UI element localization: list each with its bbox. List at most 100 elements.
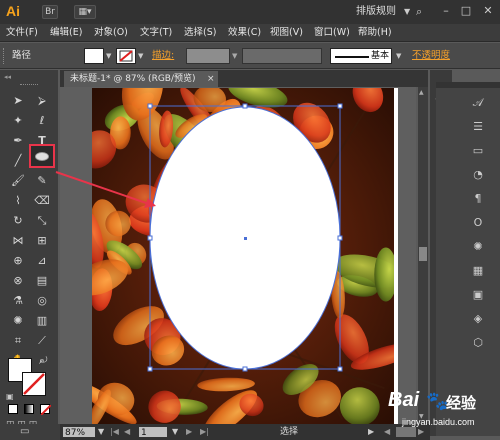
menu-window[interactable]: 窗口(W) xyxy=(314,26,350,40)
width-tool-icon[interactable]: ⋈ xyxy=(10,234,26,248)
bridge-button[interactable]: Br xyxy=(42,5,58,19)
vertical-scrollbar[interactable]: ▲ ▼ xyxy=(418,87,428,424)
fill-swatch[interactable] xyxy=(84,48,104,64)
baidu-watermark: Bai 🐾 经验 jingyan.baidu.com xyxy=(388,389,498,433)
brush-name: 基本 xyxy=(371,51,390,61)
tools-panel: ◂◂ ➤ ⮚ ✦ ℓ ✒ T ╱ 🖌 ✎ ⌇ ⌫ ↻ ⤡ ⋈ ⊞ ⊕ ⊿ ⊗ ▤… xyxy=(0,70,58,436)
chevron-down-icon[interactable]: ▼ xyxy=(98,426,104,438)
artboards-panel-icon[interactable]: ▣ xyxy=(470,288,486,302)
menu-view[interactable]: 视图(V) xyxy=(270,26,303,40)
paintbrush-tool-icon[interactable]: 🖌 xyxy=(10,174,26,188)
no-color-slash xyxy=(40,404,52,416)
chevron-down-icon[interactable]: ▼ xyxy=(232,51,240,61)
brushes-panel-icon[interactable]: ✺ xyxy=(470,240,486,254)
chevron-down-icon[interactable]: ▼ xyxy=(396,51,404,61)
chevron-down-icon[interactable]: ▼ xyxy=(172,426,178,438)
ellipse-tool-icon xyxy=(35,152,49,161)
collapse-icon[interactable]: ◂◂ xyxy=(4,73,11,81)
layers-panel-icon[interactable]: ◈ xyxy=(470,312,486,326)
chevron-down-icon[interactable]: ▼ xyxy=(138,51,146,61)
last-artboard-icon[interactable]: ▶| xyxy=(200,426,209,438)
swap-fill-stroke-icon[interactable]: ⤾ xyxy=(40,356,48,366)
layers-list-icon[interactable]: ☰ xyxy=(470,120,486,134)
variable-width-profile[interactable] xyxy=(242,48,322,64)
free-transform-tool-icon[interactable]: ⊞ xyxy=(34,234,50,248)
menu-object[interactable]: 对象(O) xyxy=(94,26,128,40)
document-tab[interactable]: 未标题-1* @ 87% (RGB/预览) xyxy=(64,71,218,87)
lasso-tool-icon[interactable]: ℓ xyxy=(34,114,50,128)
watermark-brand: Bai xyxy=(388,389,420,411)
stroke-preview-line xyxy=(335,56,369,58)
eyedropper-tool-icon[interactable]: ⚗ xyxy=(10,294,26,308)
blend-tool-icon[interactable]: ◎ xyxy=(34,294,50,308)
workspace-preset-label[interactable]: 排版规则 xyxy=(356,4,408,20)
line-tool-icon[interactable]: ╱ xyxy=(10,154,26,168)
gradient-mode-icon[interactable] xyxy=(24,404,34,414)
right-panel-dock: 𝒜 ☰ ▭ ◔ ¶ 𝖮 ✺ ▦ ▣ ◈ ⬡ xyxy=(436,82,500,436)
opacity-label[interactable]: 不透明度 xyxy=(412,50,450,62)
chevron-down-icon[interactable]: ▼ xyxy=(106,51,114,61)
links-panel-icon[interactable]: ⬡ xyxy=(470,336,486,350)
symbol-sprayer-tool-icon[interactable]: ✺ xyxy=(10,314,26,328)
artboard-tool-icon[interactable]: ⌗ xyxy=(10,334,26,348)
artboard-number-field[interactable]: 1 xyxy=(138,426,168,438)
column-graph-tool-icon[interactable]: ▥ xyxy=(34,314,50,328)
first-artboard-icon[interactable]: |◀ xyxy=(110,426,119,438)
paragraph-styles-icon[interactable]: 𝒜 xyxy=(470,96,486,110)
rotate-tool-icon[interactable]: ↻ xyxy=(10,214,26,228)
zoom-level-field[interactable]: 87% xyxy=(62,426,96,438)
eraser-tool-icon[interactable]: ⌫ xyxy=(34,194,50,208)
menu-file[interactable]: 文件(F) xyxy=(6,26,38,40)
color-guide-icon[interactable]: ▭ xyxy=(470,144,486,158)
search-icon[interactable]: ⌕ xyxy=(416,4,430,20)
close-tab-icon[interactable]: × xyxy=(207,71,217,87)
scroll-thumb[interactable] xyxy=(419,247,427,261)
menu-edit[interactable]: 编辑(E) xyxy=(50,26,82,40)
opentype-panel-icon[interactable]: 𝖮 xyxy=(470,216,486,230)
selection-overlay[interactable] xyxy=(92,88,398,424)
pen-tool-icon[interactable]: ✒ xyxy=(10,134,26,148)
brush-definition-field[interactable]: 基本 xyxy=(330,48,392,64)
tools-footer: ▭ xyxy=(0,424,60,440)
arrange-documents-button[interactable]: ▦▾ xyxy=(74,5,96,19)
graphic-styles-icon[interactable]: ◔ xyxy=(470,168,486,182)
perspective-grid-tool-icon[interactable]: ⊿ xyxy=(34,254,50,268)
none-mode-icon[interactable] xyxy=(40,404,52,416)
minimize-icon[interactable]: – xyxy=(436,3,456,19)
stroke-weight-field[interactable] xyxy=(186,48,230,64)
stroke-color-box[interactable] xyxy=(22,372,46,396)
stroke-label[interactable]: 描边: xyxy=(152,50,174,62)
color-mode-icon[interactable] xyxy=(8,404,18,414)
pencil-tool-icon[interactable]: ✎ xyxy=(34,174,50,188)
gradient-tool-icon[interactable]: ▤ xyxy=(34,274,50,288)
menu-effect[interactable]: 效果(C) xyxy=(228,26,261,40)
magic-wand-tool-icon[interactable]: ✦ xyxy=(10,114,26,128)
swatches-panel-icon[interactable]: ▦ xyxy=(470,264,486,278)
scroll-up-icon[interactable]: ▲ xyxy=(419,89,427,97)
maximize-icon[interactable]: □ xyxy=(456,3,476,19)
slice-tool-icon[interactable]: ⟋ xyxy=(34,334,50,348)
menu-type[interactable]: 文字(T) xyxy=(140,26,172,40)
chevron-down-icon[interactable]: ▼ xyxy=(404,4,414,20)
center-point xyxy=(244,237,247,240)
grip-handle[interactable] xyxy=(3,48,6,64)
menu-select[interactable]: 选择(S) xyxy=(184,26,216,40)
stroke-swatch[interactable] xyxy=(116,48,136,64)
default-colors-icon[interactable]: ▣ xyxy=(6,392,14,401)
ellipse-tool-button[interactable] xyxy=(29,144,55,168)
panel-header xyxy=(436,82,500,88)
paragraph-panel-icon[interactable]: ¶ xyxy=(470,192,486,206)
status-menu-icon[interactable]: ▶ xyxy=(368,426,374,438)
shape-builder-tool-icon[interactable]: ⊕ xyxy=(10,254,26,268)
menu-help[interactable]: 帮助(H) xyxy=(358,26,392,40)
mesh-tool-icon[interactable]: ⊗ xyxy=(10,274,26,288)
direct-selection-tool-icon[interactable]: ⮚ xyxy=(34,94,50,108)
screen-mode-icon[interactable]: ▭ xyxy=(20,426,29,437)
grip-handle[interactable] xyxy=(20,84,38,86)
prev-artboard-icon[interactable]: ◀ xyxy=(124,426,130,438)
selection-tool-icon[interactable]: ➤ xyxy=(10,94,26,108)
scale-tool-icon[interactable]: ⤡ xyxy=(34,214,50,228)
next-artboard-icon[interactable]: ▶ xyxy=(186,426,192,438)
blob-brush-tool-icon[interactable]: ⌇ xyxy=(10,194,26,208)
close-icon[interactable]: ✕ xyxy=(478,3,498,19)
